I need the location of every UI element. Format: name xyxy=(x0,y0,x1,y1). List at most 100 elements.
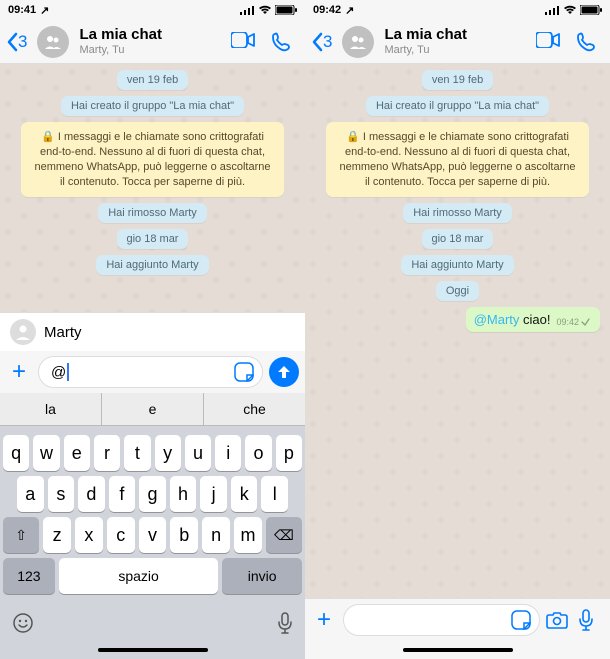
key[interactable]: h xyxy=(170,476,197,512)
suggestion[interactable]: e xyxy=(102,393,204,425)
message-input-value: @ xyxy=(51,364,66,381)
voice-message-button[interactable] xyxy=(578,609,604,631)
mention-name: Marty xyxy=(44,324,82,341)
keyboard-toolbar xyxy=(0,605,305,641)
return-key[interactable]: invio xyxy=(222,558,302,594)
system-message: Hai rimosso Marty xyxy=(403,203,512,223)
text-cursor xyxy=(67,363,69,381)
date-pill: Oggi xyxy=(436,281,479,301)
back-button[interactable]: 3 xyxy=(6,32,27,52)
home-indicator[interactable] xyxy=(0,641,305,659)
key[interactable]: l xyxy=(261,476,288,512)
mention-suggestion-bar[interactable]: Marty xyxy=(0,312,305,351)
key[interactable]: o xyxy=(245,435,271,471)
key[interactable]: e xyxy=(64,435,90,471)
key[interactable]: z xyxy=(43,517,71,553)
location-icon: ↗ xyxy=(345,4,354,17)
status-bar: 09:42 ↗ xyxy=(305,0,610,20)
group-icon xyxy=(43,32,63,52)
outgoing-message[interactable]: @Marty ciao! 09:42 xyxy=(466,307,600,332)
wifi-icon xyxy=(563,5,577,15)
key[interactable]: y xyxy=(155,435,181,471)
key[interactable]: k xyxy=(231,476,258,512)
chevron-left-icon xyxy=(6,32,18,52)
backspace-key[interactable]: ⌫ xyxy=(266,517,302,553)
back-count: 3 xyxy=(18,32,27,52)
message-input[interactable]: @ xyxy=(38,356,263,388)
key[interactable]: s xyxy=(48,476,75,512)
key[interactable]: i xyxy=(215,435,241,471)
status-time: 09:41 xyxy=(8,4,36,16)
emoji-button[interactable] xyxy=(12,612,34,634)
status-time: 09:42 xyxy=(313,4,341,16)
system-message: Hai aggiunto Marty xyxy=(401,255,513,275)
chat-header: 3 La mia chat Marty, Tu xyxy=(305,20,610,64)
mention-avatar xyxy=(10,319,36,345)
key[interactable]: v xyxy=(139,517,167,553)
chat-title-block[interactable]: La mia chat Marty, Tu xyxy=(384,27,532,56)
encryption-notice[interactable]: 🔒 I messaggi e le chiamate sono crittogr… xyxy=(326,122,588,197)
chat-subtitle: Marty, Tu xyxy=(384,44,532,56)
person-icon xyxy=(14,323,32,341)
send-icon xyxy=(276,364,292,380)
key[interactable]: u xyxy=(185,435,211,471)
system-message: Hai creato il gruppo "La mia chat" xyxy=(61,96,244,116)
key[interactable]: x xyxy=(75,517,103,553)
key[interactable]: g xyxy=(139,476,166,512)
key[interactable]: d xyxy=(78,476,105,512)
input-row: + xyxy=(305,598,610,641)
key[interactable]: n xyxy=(202,517,230,553)
sticker-button[interactable] xyxy=(234,362,254,382)
suggestion[interactable]: che xyxy=(204,393,305,425)
smiley-icon xyxy=(12,612,34,634)
numbers-key[interactable]: 123 xyxy=(3,558,55,594)
key[interactable]: q xyxy=(3,435,29,471)
sticker-button[interactable] xyxy=(511,610,531,630)
message-input[interactable] xyxy=(343,604,540,636)
back-count: 3 xyxy=(323,32,332,52)
keyboard-suggestions: la e che xyxy=(0,393,305,426)
system-message: Hai aggiunto Marty xyxy=(96,255,208,275)
group-avatar[interactable] xyxy=(37,26,69,58)
status-bar: 09:41 ↗ xyxy=(0,0,305,20)
screen-left: 09:41 ↗ 3 La mia chat Marty, Tu xyxy=(0,0,305,659)
key[interactable]: b xyxy=(170,517,198,553)
key[interactable]: m xyxy=(234,517,262,553)
chat-title-block[interactable]: La mia chat Marty, Tu xyxy=(79,27,227,56)
shift-key[interactable]: ⇧ xyxy=(3,517,39,553)
space-key[interactable]: spazio xyxy=(59,558,218,594)
send-button[interactable] xyxy=(269,357,299,387)
date-pill: ven 19 feb xyxy=(422,70,493,90)
attach-button[interactable]: + xyxy=(6,358,32,386)
key[interactable]: c xyxy=(107,517,135,553)
key[interactable]: a xyxy=(17,476,44,512)
back-button[interactable]: 3 xyxy=(311,32,332,52)
key[interactable]: t xyxy=(124,435,150,471)
key[interactable]: w xyxy=(33,435,59,471)
key[interactable]: p xyxy=(276,435,302,471)
home-indicator[interactable] xyxy=(305,641,610,659)
voice-call-button[interactable] xyxy=(576,32,596,52)
location-icon: ↗ xyxy=(40,4,49,17)
chat-body[interactable]: ven 19 feb Hai creato il gruppo "La mia … xyxy=(0,64,305,312)
attach-button[interactable]: + xyxy=(311,606,337,634)
key[interactable]: r xyxy=(94,435,120,471)
key[interactable]: f xyxy=(109,476,136,512)
date-pill: ven 19 feb xyxy=(117,70,188,90)
video-call-button[interactable] xyxy=(231,32,255,52)
key[interactable]: j xyxy=(200,476,227,512)
video-call-button[interactable] xyxy=(536,32,560,52)
date-pill: gio 18 mar xyxy=(422,229,494,249)
voice-call-button[interactable] xyxy=(271,32,291,52)
message-time: 09:42 xyxy=(556,317,579,327)
message-mention: @Marty xyxy=(474,312,520,327)
suggestion[interactable]: la xyxy=(0,393,102,425)
system-message: Hai rimosso Marty xyxy=(98,203,207,223)
chat-body[interactable]: ven 19 feb Hai creato il gruppo "La mia … xyxy=(305,64,610,598)
dictation-button[interactable] xyxy=(277,612,293,634)
camera-button[interactable] xyxy=(546,611,572,629)
input-row: + @ xyxy=(0,351,305,393)
encryption-notice[interactable]: 🔒 I messaggi e le chiamate sono crittogr… xyxy=(21,122,283,197)
screen-right: 09:42 ↗ 3 La mia chat Marty, Tu ven 19 f… xyxy=(305,0,610,659)
group-avatar[interactable] xyxy=(342,26,374,58)
